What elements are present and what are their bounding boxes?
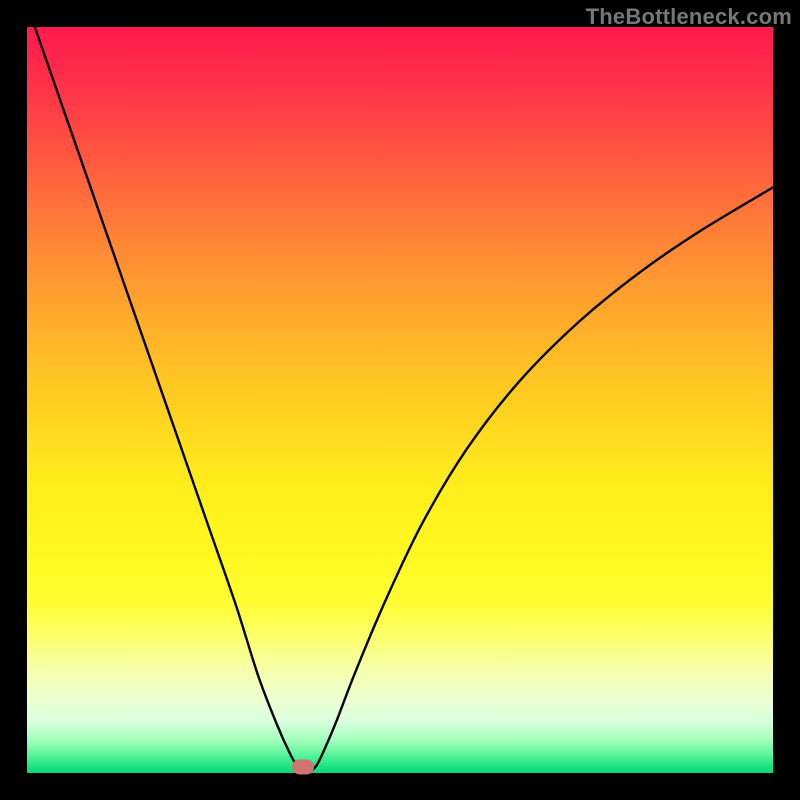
- severity-gradient: [27, 27, 773, 773]
- watermark-text: TheBottleneck.com: [586, 4, 792, 30]
- plot-area: [27, 27, 773, 773]
- optimal-marker: [292, 760, 314, 775]
